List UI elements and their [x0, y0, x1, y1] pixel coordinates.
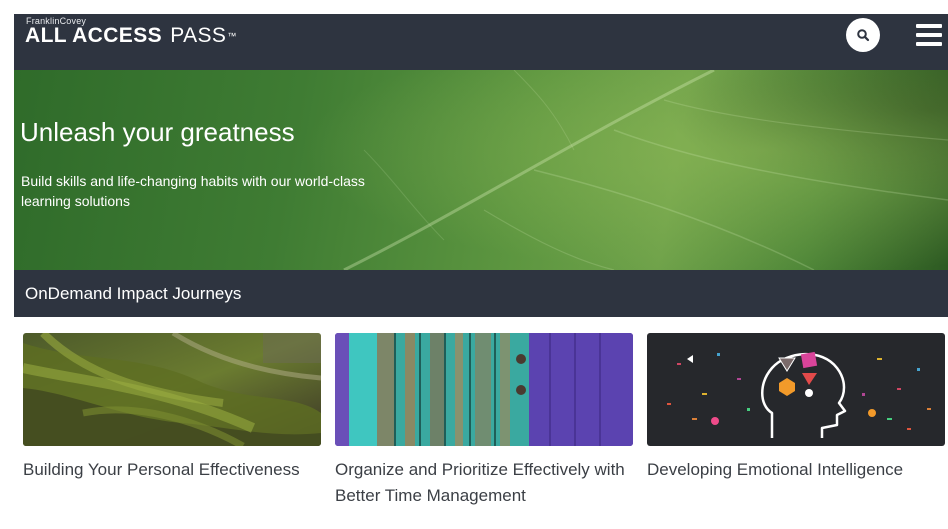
- hamburger-line: [916, 42, 942, 46]
- hamburger-menu-button[interactable]: [914, 22, 944, 48]
- hero-subtitle: Build skills and life-changing habits wi…: [21, 173, 365, 209]
- brand-logo-bold: ALL ACCESS: [25, 24, 163, 47]
- leaf-background-image: [343, 70, 948, 270]
- hamburger-menu-icon: [916, 24, 942, 28]
- hero-banner: Unleash your greatness Build skills and …: [14, 70, 948, 270]
- journey-card-emotional-intelligence[interactable]: Developing Emotional Intelligence: [647, 333, 945, 529]
- brand-trademark: ™: [227, 31, 237, 41]
- journey-card-title[interactable]: Organize and Prioritize Effectively with…: [335, 457, 633, 509]
- search-button[interactable]: [846, 18, 880, 52]
- journey-card-title[interactable]: Building Your Personal Effectiveness: [23, 457, 321, 483]
- section-title: OnDemand Impact Journeys: [25, 284, 242, 303]
- journey-card-personal-effectiveness[interactable]: Building Your Personal Effectiveness: [23, 333, 321, 529]
- brand-logo[interactable]: ALL ACCESS PASS™: [25, 24, 237, 48]
- section-header: OnDemand Impact Journeys: [14, 270, 948, 317]
- search-icon: [857, 29, 870, 42]
- head-brain-illustration-image[interactable]: [647, 333, 945, 446]
- mossy-tree-roots-image[interactable]: [23, 333, 321, 446]
- brand-logo-light: PASS: [170, 24, 227, 47]
- top-navigation-bar: FranklinCovey ALL ACCESS PASS™: [14, 14, 948, 70]
- hamburger-line: [916, 33, 942, 37]
- page: FranklinCovey ALL ACCESS PASS™ Unleash y…: [0, 0, 948, 529]
- journey-card-time-management[interactable]: Organize and Prioritize Effectively with…: [335, 333, 633, 529]
- weathered-wooden-door-image[interactable]: [335, 333, 633, 446]
- hero-title: Unleash your greatness: [20, 117, 295, 147]
- journey-card-title[interactable]: Developing Emotional Intelligence: [647, 457, 945, 483]
